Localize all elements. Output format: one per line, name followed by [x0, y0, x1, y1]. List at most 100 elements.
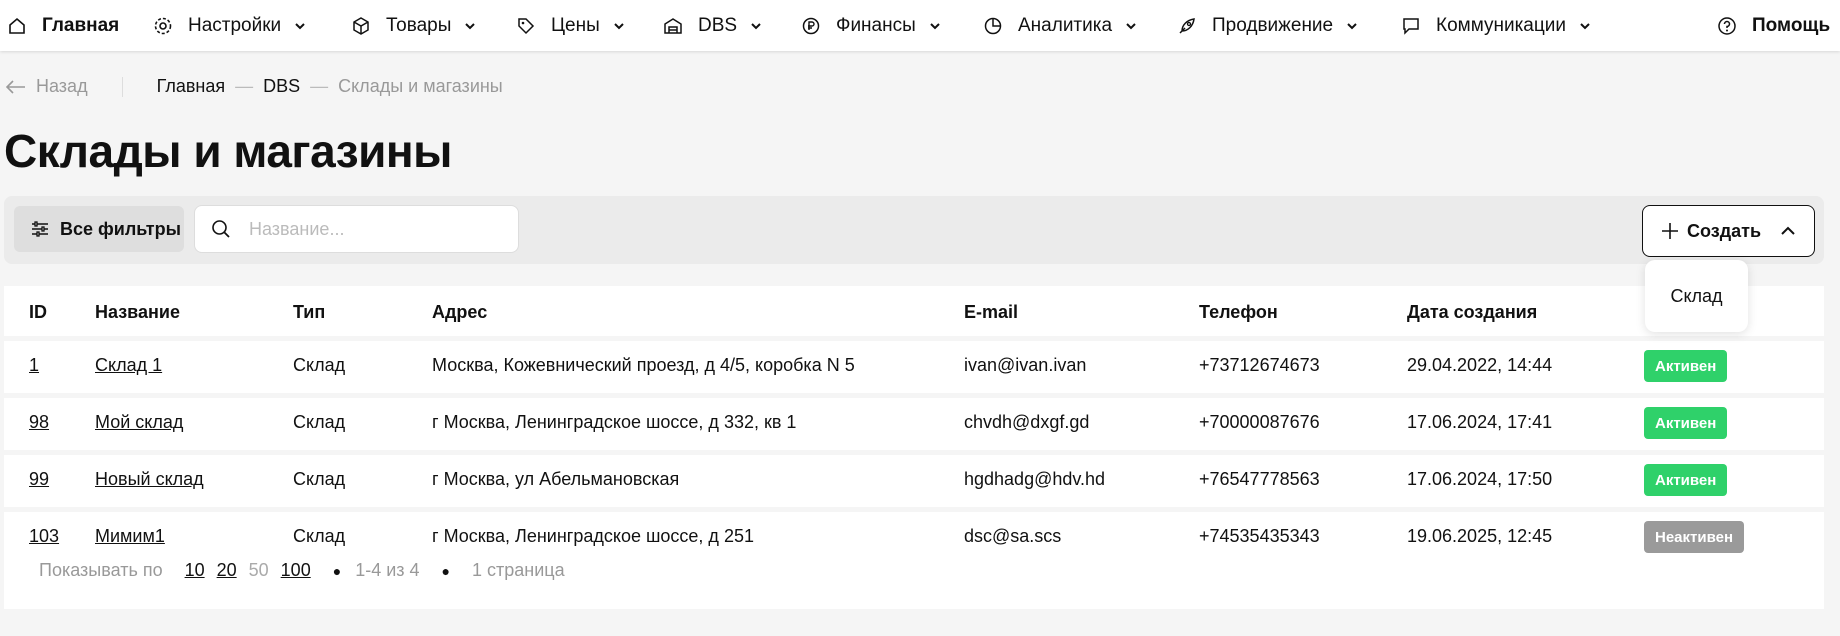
- breadcrumb-separator: —: [310, 76, 329, 96]
- chevron-down-icon: [1345, 19, 1359, 33]
- chevron-down-icon: [928, 19, 942, 33]
- nav-item-label: DBS: [698, 14, 738, 36]
- breadcrumb-separator: —: [235, 76, 254, 96]
- help-label: Помощь: [1752, 14, 1831, 36]
- row-phone: +76547778563: [1199, 469, 1320, 489]
- search-icon: [212, 220, 230, 238]
- row-id-link[interactable]: 99: [29, 469, 49, 490]
- row-name-link[interactable]: Мой склад: [95, 412, 183, 433]
- row-created: 17.06.2024, 17:41: [1407, 412, 1553, 432]
- column-header-address: Адрес: [432, 301, 488, 322]
- create-button[interactable]: Создать: [1642, 205, 1815, 257]
- page-size-label: Показывать по: [39, 560, 163, 580]
- menu-item-warehouse[interactable]: Склад: [1670, 286, 1722, 307]
- breadcrumb-item-home[interactable]: Главная: [157, 76, 226, 97]
- page-count: 1 страница: [472, 560, 565, 580]
- column-header-id: ID: [29, 301, 47, 322]
- row-id-link[interactable]: 1: [29, 355, 39, 376]
- top-navigation: Главная Настройки Товары Цены DBS Финанс…: [0, 0, 1840, 51]
- column-header-name: Название: [95, 301, 180, 322]
- gear-icon: [152, 15, 174, 37]
- tag-icon: [515, 15, 537, 37]
- row-email: ivan@ivan.ivan: [964, 355, 1087, 375]
- nav-item-help[interactable]: Помощь: [1716, 0, 1830, 51]
- create-label: Создать: [1687, 220, 1762, 241]
- nav-item-label: Аналитика: [1018, 14, 1113, 36]
- chevron-down-icon: [612, 19, 626, 33]
- help-icon: [1716, 15, 1738, 37]
- row-id-link[interactable]: 98: [29, 412, 49, 433]
- table-row: 1 Склад 1 Склад Москва, Кожевнический пр…: [4, 336, 1824, 388]
- row-type: Склад: [293, 469, 346, 489]
- page-size-10[interactable]: 10: [185, 560, 205, 581]
- search-input[interactable]: [249, 218, 509, 240]
- breadcrumb: Назад Главная — DBS — Склады и магазины: [6, 76, 503, 97]
- separator-dot: ●: [332, 562, 342, 579]
- page-title: Склады и магазины: [4, 125, 452, 177]
- pie-chart-icon: [982, 15, 1004, 37]
- nav-item-analytics[interactable]: Аналитика: [982, 0, 1138, 51]
- nav-item-promotion[interactable]: Продвижение: [1176, 0, 1359, 51]
- rocket-icon: [1176, 15, 1198, 37]
- arrow-left-icon: [6, 79, 25, 94]
- nav-item-label: Главная: [42, 14, 120, 36]
- chevron-down-icon: [749, 19, 763, 33]
- filter-sliders-icon: [32, 221, 48, 237]
- ruble-icon: [800, 15, 822, 37]
- page-size-50[interactable]: 50: [249, 560, 269, 581]
- status-badge: Активен: [1644, 350, 1728, 382]
- row-phone: +70000087676: [1199, 412, 1320, 432]
- back-link[interactable]: Назад: [6, 76, 88, 97]
- separator-dot: ●: [441, 562, 450, 579]
- table-header: ID Название Тип Адрес E-mail Телефон Дат…: [4, 286, 1824, 338]
- nav-item-label: Цены: [551, 14, 600, 36]
- row-address: Москва, Кожевнический проезд, д 4/5, кор…: [432, 355, 855, 375]
- chevron-down-icon: [463, 19, 477, 33]
- chevron-up-icon: [1781, 226, 1795, 235]
- warehouses-table: ID Название Тип Адрес E-mail Телефон Дат…: [4, 286, 1824, 609]
- nav-item-prices[interactable]: Цены: [515, 0, 626, 51]
- nav-item-finance[interactable]: Финансы: [800, 0, 942, 51]
- pagination: Показывать по 10 20 50 100 ● 1-4 из 4 ● …: [39, 560, 565, 581]
- nav-item-label: Финансы: [836, 14, 916, 36]
- row-email: dsc@sa.scs: [964, 526, 1062, 546]
- row-address: г Москва, Ленинградское шоссе, д 251: [432, 526, 754, 546]
- home-icon: [6, 15, 28, 37]
- row-name-link[interactable]: Новый склад: [95, 469, 204, 490]
- table-row: 98 Мой склад Склад г Москва, Ленинградск…: [4, 393, 1824, 445]
- chevron-down-icon: [293, 19, 307, 33]
- row-email: hgdhadg@hdv.hd: [964, 469, 1106, 489]
- row-id-link[interactable]: 103: [29, 526, 59, 547]
- page-size-100[interactable]: 100: [281, 560, 311, 581]
- row-phone: +73712674673: [1199, 355, 1320, 375]
- status-badge: Активен: [1644, 407, 1728, 439]
- box-icon: [350, 15, 372, 37]
- create-dropdown-menu: Склад: [1645, 260, 1748, 332]
- status-badge: Неактивен: [1644, 521, 1745, 553]
- divider: [121, 76, 123, 97]
- table-row: 103 Мимим1 Склад г Москва, Ленинградское…: [4, 507, 1824, 559]
- nav-item-communications[interactable]: Коммуникации: [1400, 0, 1592, 51]
- all-filters-button[interactable]: Все фильтры: [14, 206, 184, 252]
- row-name-link[interactable]: Мимим1: [95, 526, 165, 547]
- range-info: 1-4 из 4: [355, 560, 420, 580]
- chevron-down-icon: [1124, 19, 1138, 33]
- breadcrumb-item-dbs[interactable]: DBS: [263, 76, 300, 97]
- page-size-20[interactable]: 20: [217, 560, 237, 581]
- row-type: Склад: [293, 526, 346, 546]
- nav-item-settings[interactable]: Настройки: [152, 0, 307, 51]
- row-created: 29.04.2022, 14:44: [1407, 355, 1553, 375]
- row-name-link[interactable]: Склад 1: [95, 355, 162, 376]
- toolbar: Все фильтры Создать: [4, 196, 1824, 264]
- nav-item-home[interactable]: Главная: [6, 0, 119, 51]
- column-header-phone: Телефон: [1199, 301, 1278, 322]
- row-type: Склад: [293, 412, 346, 432]
- nav-item-label: Коммуникации: [1436, 14, 1566, 36]
- nav-item-dbs[interactable]: DBS: [662, 0, 763, 51]
- nav-item-label: Настройки: [188, 14, 282, 36]
- breadcrumb-current: Склады и магазины: [338, 76, 503, 96]
- nav-item-label: Продвижение: [1212, 14, 1334, 36]
- table-row: 99 Новый склад Склад г Москва, ул Абельм…: [4, 450, 1824, 502]
- row-address: г Москва, ул Абельмановская: [432, 469, 680, 489]
- nav-item-products[interactable]: Товары: [350, 0, 477, 51]
